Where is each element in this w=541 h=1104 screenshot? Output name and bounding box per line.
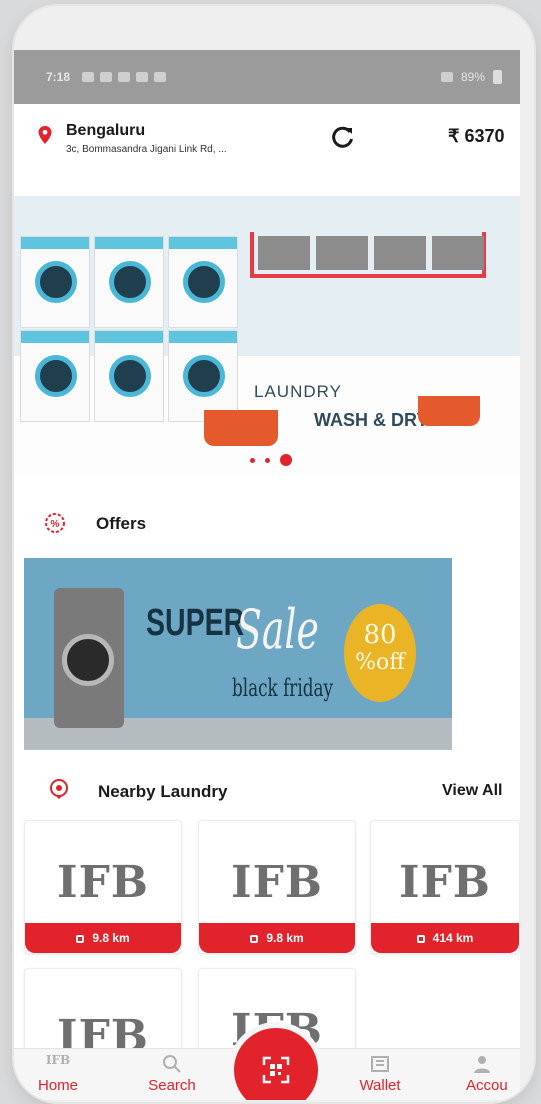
notification-icon: [136, 72, 149, 82]
laundry-card[interactable]: IFB 9.8 km: [24, 820, 182, 954]
map-pin-icon: [50, 779, 68, 799]
refresh-icon[interactable]: [330, 124, 356, 150]
offer-black-friday-text: black friday: [232, 674, 333, 702]
location-pin-icon: [38, 126, 52, 144]
view-all-link[interactable]: View All: [442, 782, 502, 800]
shelf-illustration: [250, 232, 486, 278]
qr-scan-icon: [262, 1056, 290, 1084]
washing-machine-door: [62, 634, 114, 686]
distance-badge: 9.8 km: [199, 923, 355, 953]
laundry-card[interactable]: IFB 9.8 km: [198, 820, 356, 954]
nav-account[interactable]: Accou: [444, 1053, 520, 1094]
svg-text:%: %: [51, 519, 60, 530]
discount-badge-icon: %: [45, 513, 65, 533]
offer-sale-text: Sale: [236, 598, 319, 661]
wallet-icon: [371, 1056, 389, 1072]
nearby-title: Nearby Laundry: [98, 782, 228, 801]
offers-title: Offers: [96, 514, 147, 533]
notification-icon: [82, 72, 95, 82]
basket-illustration: [418, 396, 480, 426]
status-right: 89%: [440, 70, 502, 84]
status-time: 7:18: [46, 70, 71, 84]
banner-title: LAUNDRY: [254, 382, 342, 401]
offers-section-header: % Offers: [14, 504, 520, 544]
battery-icon: [493, 70, 502, 84]
notification-icon: [118, 72, 131, 82]
location-address: 3c, Bommasandra Jigani Link Rd, ...: [66, 144, 227, 155]
store-logo: IFB: [230, 857, 323, 908]
promo-carousel[interactable]: LAUNDRY WASH & DRY: [14, 196, 520, 476]
distance-badge: 414 km: [371, 923, 519, 953]
nav-account-label: Accou: [466, 1077, 508, 1094]
carousel-dot-active[interactable]: [280, 454, 292, 466]
laundry-card[interactable]: IFB 414 km: [370, 820, 520, 954]
signal-icon: [440, 72, 453, 82]
battery-percent: 89%: [460, 70, 485, 84]
distance-value: 9.8 km: [92, 931, 130, 945]
wallet-balance[interactable]: ₹ 6370: [448, 126, 505, 147]
notification-icon: [100, 72, 113, 82]
washing-machine-illustration: [20, 330, 90, 422]
discount-off-label: %off: [355, 650, 405, 675]
store-icon: [416, 935, 425, 943]
store-logo: IFB: [56, 857, 149, 908]
store-icon: [250, 935, 259, 943]
washing-machine-illustration: [168, 330, 238, 422]
banner-subtitle: WASH & DRY: [314, 410, 429, 430]
washing-machine-illustration: [20, 236, 90, 328]
nav-wallet-label: Wallet: [359, 1077, 401, 1094]
nearby-section-header: Nearby Laundry View All: [14, 770, 520, 810]
offer-banner[interactable]: SUPER Sale black friday 80 %off: [24, 558, 452, 750]
notification-icon: [154, 72, 167, 82]
search-icon: [163, 1055, 181, 1073]
carousel-indicator: [250, 454, 292, 466]
nav-search-label: Search: [148, 1077, 196, 1094]
store-logo: IFB: [398, 857, 491, 908]
nav-home-label: Home: [37, 1077, 78, 1094]
phone-frame: 7:18 89% Bengaluru 3c, Bommasandra Jigan…: [14, 6, 534, 1102]
distance-badge: 9.8 km: [25, 923, 181, 953]
discount-value: 80: [363, 620, 397, 650]
offer-super-text: SUPER: [146, 602, 245, 644]
store-icon: [76, 935, 85, 943]
location-bar[interactable]: Bengaluru 3c, Bommasandra Jigani Link Rd…: [14, 116, 520, 166]
notification-icons: [82, 72, 167, 82]
nav-wallet[interactable]: Wallet: [340, 1053, 420, 1094]
washing-machine-illustration: [94, 330, 164, 422]
status-bar: 7:18 89%: [14, 50, 520, 104]
carousel-dot[interactable]: [250, 457, 255, 463]
carousel-dot[interactable]: [265, 457, 270, 463]
distance-value: 414 km: [432, 931, 474, 945]
nav-search[interactable]: Search: [132, 1053, 212, 1094]
app-screen: 7:18 89% Bengaluru 3c, Bommasandra Jigan…: [14, 50, 520, 1100]
washing-machine-illustration: [94, 236, 164, 328]
account-icon: [474, 1056, 490, 1073]
discount-badge: 80 %off: [344, 604, 416, 702]
home-logo-icon: IFB: [45, 1053, 71, 1067]
location-city: Bengaluru: [66, 122, 146, 139]
distance-value: 9.8 km: [266, 931, 304, 945]
washing-machine-illustration: [168, 236, 238, 328]
basket-illustration: [204, 410, 278, 446]
nav-home[interactable]: IFB Home: [18, 1053, 98, 1094]
